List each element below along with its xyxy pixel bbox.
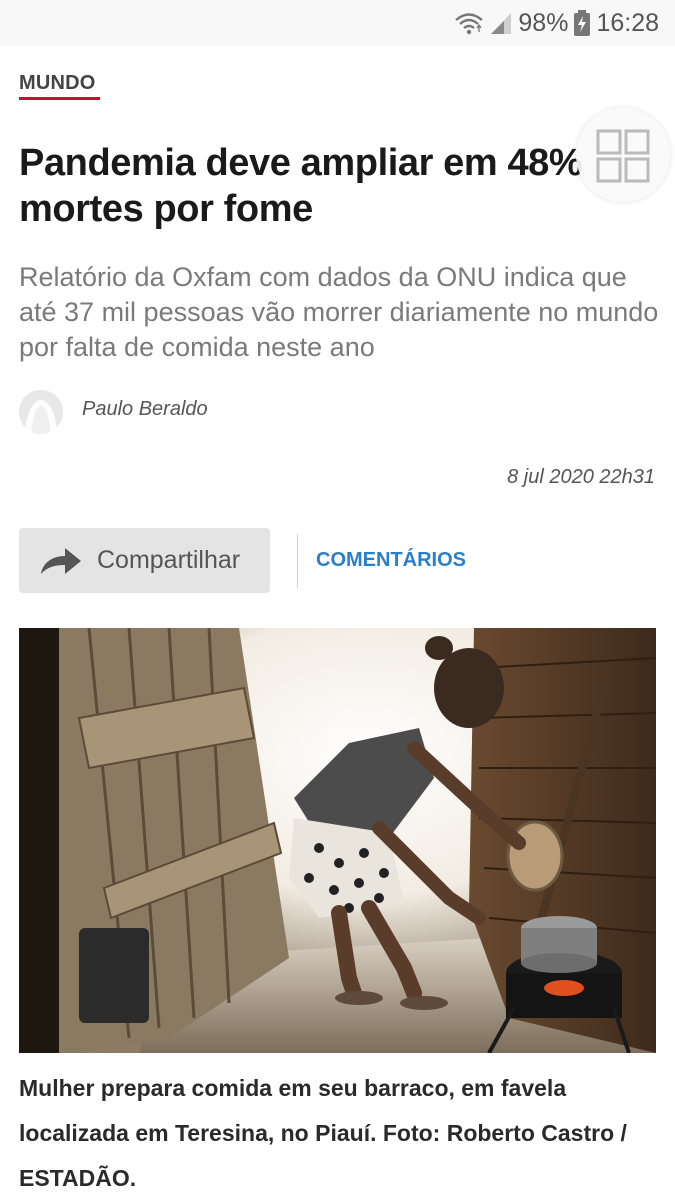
share-button[interactable]: Compartilhar [19,528,270,593]
battery-percent: 98% [518,8,569,37]
comments-link[interactable]: COMENTÁRIOS [316,549,466,572]
status-bar: 98% 16:28 [0,0,675,46]
article-headline: Pandemia deve ampliar em 48% mortes por … [19,142,583,230]
layout-toggle-button[interactable] [576,108,670,202]
photo-caption: Mulher prepara comida em seu barraco, em… [19,1075,627,1191]
share-label: Compartilhar [97,546,241,574]
action-divider [297,534,298,588]
section-tag[interactable]: MUNDO [19,72,96,95]
grid-layout-icon [596,129,650,183]
section-underline [19,97,100,100]
share-arrow-icon [39,546,83,576]
wifi-icon [454,11,484,35]
status-icons: 98% 16:28 [454,8,659,38]
author-name[interactable]: Paulo Beraldo [82,398,208,421]
article-photo[interactable] [19,628,656,1053]
battery-charging-icon [574,10,591,36]
publish-date: 8 jul 2020 22h31 [507,466,655,488]
signal-icon [490,11,512,35]
article-subtitle: Relatório da Oxfam com dados da ONU indi… [19,262,659,362]
clock-time: 16:28 [596,8,659,37]
author-avatar[interactable] [19,390,63,434]
